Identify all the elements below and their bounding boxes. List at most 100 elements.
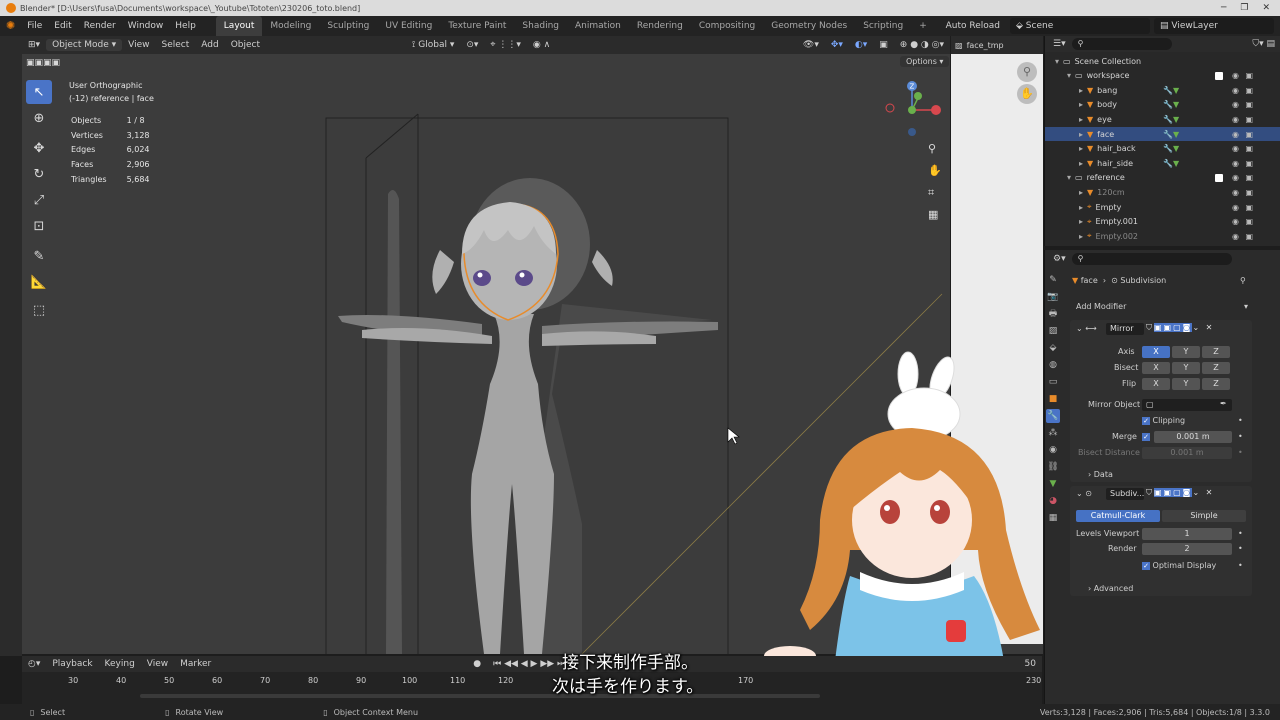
breadcrumb-object[interactable]: face	[1081, 276, 1098, 285]
transform-orientation-dropdown[interactable]: ⟟ Global ▾	[406, 40, 460, 50]
measure-tool-icon[interactable]: 📐	[26, 270, 52, 294]
axis-z-toggle[interactable]: Z	[1202, 346, 1230, 358]
optimal-display-checkbox[interactable]: ✓ Optimal Display	[1142, 561, 1216, 570]
navigation-gizmo[interactable]: Z ⚲ ✋ ⌗ ▦	[880, 78, 950, 228]
proportional-edit-icon[interactable]: ◉ ∧	[527, 40, 556, 50]
subdiv-name-field[interactable]: Subdiv...	[1106, 488, 1144, 500]
expand-chevron-icon[interactable]: ▸	[1079, 188, 1083, 197]
properties-editor-icon[interactable]: ⚙▾	[1053, 254, 1066, 264]
image-zoom-icon[interactable]: ⚲	[1017, 62, 1037, 82]
render-camera-icon[interactable]: ▣	[1245, 71, 1253, 80]
mirror-name-field[interactable]: Mirror	[1106, 323, 1144, 335]
expand-chevron-icon[interactable]: ▸	[1079, 100, 1083, 109]
data-tab-icon[interactable]: ▼	[1046, 477, 1060, 491]
visibility-icon[interactable]: 👁▾	[797, 40, 825, 50]
scene-selector[interactable]: ⬙ Scene	[1010, 18, 1150, 34]
timeline-scrollbar[interactable]	[140, 694, 820, 698]
data-subpanel[interactable]: › Data	[1088, 470, 1113, 479]
tab-sculpting[interactable]: Sculpting	[319, 16, 377, 36]
object-menu[interactable]: Object	[225, 40, 266, 50]
bisect-distance-field[interactable]: 0.001 m	[1142, 447, 1232, 459]
filter-icon[interactable]: ⛉▾ ▤	[1252, 39, 1275, 49]
view-menu[interactable]: View	[122, 40, 155, 50]
add-modifier-button[interactable]: Add Modifier ▾	[1070, 300, 1252, 314]
expand-chevron-icon[interactable]: ▸	[1079, 232, 1083, 241]
select-box-tool-icons[interactable]: ▣▣▣▣	[26, 56, 96, 70]
end-frame-field[interactable]: 50	[1019, 659, 1042, 669]
move-tool-icon[interactable]: ✥	[26, 136, 52, 160]
tab-modeling[interactable]: Modeling	[262, 16, 319, 36]
menu-render[interactable]: Render	[78, 16, 122, 36]
flip-z-toggle[interactable]: Z	[1202, 378, 1230, 390]
keyframe-dot-icon[interactable]: •	[1238, 544, 1243, 553]
visibility-eye-icon[interactable]: ◉	[1232, 232, 1239, 241]
advanced-subpanel[interactable]: › Advanced	[1088, 584, 1133, 593]
image-pan-icon[interactable]: ✋	[1017, 84, 1037, 104]
render-camera-icon[interactable]: ▣	[1245, 86, 1253, 95]
outliner-search-input[interactable]: ⚲	[1071, 38, 1172, 50]
render-tab-icon[interactable]: 📷	[1046, 290, 1060, 304]
flip-x-toggle[interactable]: X	[1142, 378, 1170, 390]
axis-y-toggle[interactable]: Y	[1172, 346, 1200, 358]
clipping-checkbox[interactable]: ✓ Clipping	[1142, 416, 1185, 425]
maximize-icon[interactable]: ❐	[1240, 3, 1248, 13]
keyframe-dot-icon[interactable]: •	[1238, 416, 1243, 425]
tool-tab-icon[interactable]: ✎	[1046, 273, 1060, 287]
modifier-data-icons[interactable]: 🔧▼	[1163, 130, 1179, 139]
levels-viewport-field[interactable]: 1	[1142, 528, 1232, 540]
menu-help[interactable]: Help	[169, 16, 202, 36]
properties-search-input[interactable]: ⚲	[1071, 253, 1232, 265]
view-layer-selector[interactable]: ▤ ViewLayer	[1154, 18, 1274, 34]
bisect-y-toggle[interactable]: Y	[1172, 362, 1200, 374]
modifier-data-icons[interactable]: 🔧▼	[1163, 159, 1179, 168]
record-icon[interactable]: ●	[467, 659, 487, 669]
menu-file[interactable]: File	[21, 16, 48, 36]
merge-distance-field[interactable]: 0.001 m	[1154, 431, 1232, 443]
scale-tool-icon[interactable]: ⤢	[26, 188, 52, 212]
constraints-tab-icon[interactable]: ⛓	[1046, 460, 1060, 474]
flip-y-toggle[interactable]: Y	[1172, 378, 1200, 390]
outliner-row[interactable]: ▸ ⌖ Empty.001 ◉ ▣	[1045, 215, 1280, 229]
editor-type-icon[interactable]: ⊞▾	[22, 40, 46, 50]
visibility-eye-icon[interactable]: ◉	[1232, 188, 1239, 197]
breadcrumb-modifier[interactable]: Subdivision	[1120, 276, 1166, 285]
render-camera-icon[interactable]: ▣	[1245, 100, 1253, 109]
catmull-clark-toggle[interactable]: Catmull-Clark	[1076, 510, 1160, 522]
render-camera-icon[interactable]: ▣	[1245, 115, 1253, 124]
tab-shading[interactable]: Shading	[514, 16, 567, 36]
texture-tab-icon[interactable]: ▦	[1046, 511, 1060, 525]
minimize-icon[interactable]: ─	[1221, 3, 1226, 13]
visibility-eye-icon[interactable]: ◉	[1232, 71, 1239, 80]
transform-tool-icon[interactable]: ⊡	[26, 214, 52, 238]
playback-menu[interactable]: Playback	[46, 659, 98, 669]
outliner-row[interactable]: ▸ ▼ bang 🔧▼ ◉ ▣	[1045, 83, 1280, 97]
outliner-row[interactable]: ▾ ▭ Scene Collection	[1045, 54, 1280, 68]
pin-icon[interactable]: ⚲	[1240, 276, 1246, 285]
annotate-tool-icon[interactable]: ✎	[26, 244, 52, 268]
modifier-data-icons[interactable]: 🔧▼	[1163, 144, 1179, 153]
auto-reload-button[interactable]: Auto Reload	[940, 16, 1006, 36]
select-menu[interactable]: Select	[156, 40, 196, 50]
collapse-chevron-icon[interactable]: ⌄	[1076, 324, 1085, 333]
mode-dropdown[interactable]: Object Mode ▾	[46, 39, 123, 51]
rotate-tool-icon[interactable]: ↻	[26, 162, 52, 186]
select-tool-icon[interactable]: ↖	[26, 80, 52, 104]
outliner-row[interactable]: ▸ ▼ hair_back 🔧▼ ◉ ▣	[1045, 142, 1280, 156]
image-name[interactable]: face_tmp	[967, 41, 1004, 50]
output-tab-icon[interactable]: 🖶	[1046, 307, 1060, 321]
modifier-tab-icon[interactable]: 🔧	[1046, 409, 1060, 423]
expand-chevron-icon[interactable]: ▾	[1067, 71, 1071, 80]
outliner-row[interactable]: ▸ ▼ face 🔧▼ ◉ ▣	[1045, 127, 1280, 141]
expand-chevron-icon[interactable]: ▸	[1079, 86, 1083, 95]
outliner-row[interactable]: ▸ ▼ hair_side 🔧▼ ◉ ▣	[1045, 156, 1280, 170]
expand-chevron-icon[interactable]: ▸	[1079, 130, 1083, 139]
shading-modes[interactable]: ⊕ ● ◑ ◎▾	[894, 40, 950, 50]
expand-chevron-icon[interactable]: ▸	[1079, 203, 1083, 212]
tab-rendering[interactable]: Rendering	[629, 16, 691, 36]
keyframe-dot-icon[interactable]: •	[1238, 432, 1243, 441]
expand-chevron-icon[interactable]: ▸	[1079, 115, 1083, 124]
exclude-checkbox[interactable]	[1215, 71, 1223, 80]
axis-x-toggle[interactable]: X	[1142, 346, 1170, 358]
material-tab-icon[interactable]: ◕	[1046, 494, 1060, 508]
view-layer-tab-icon[interactable]: ▨	[1046, 324, 1060, 338]
